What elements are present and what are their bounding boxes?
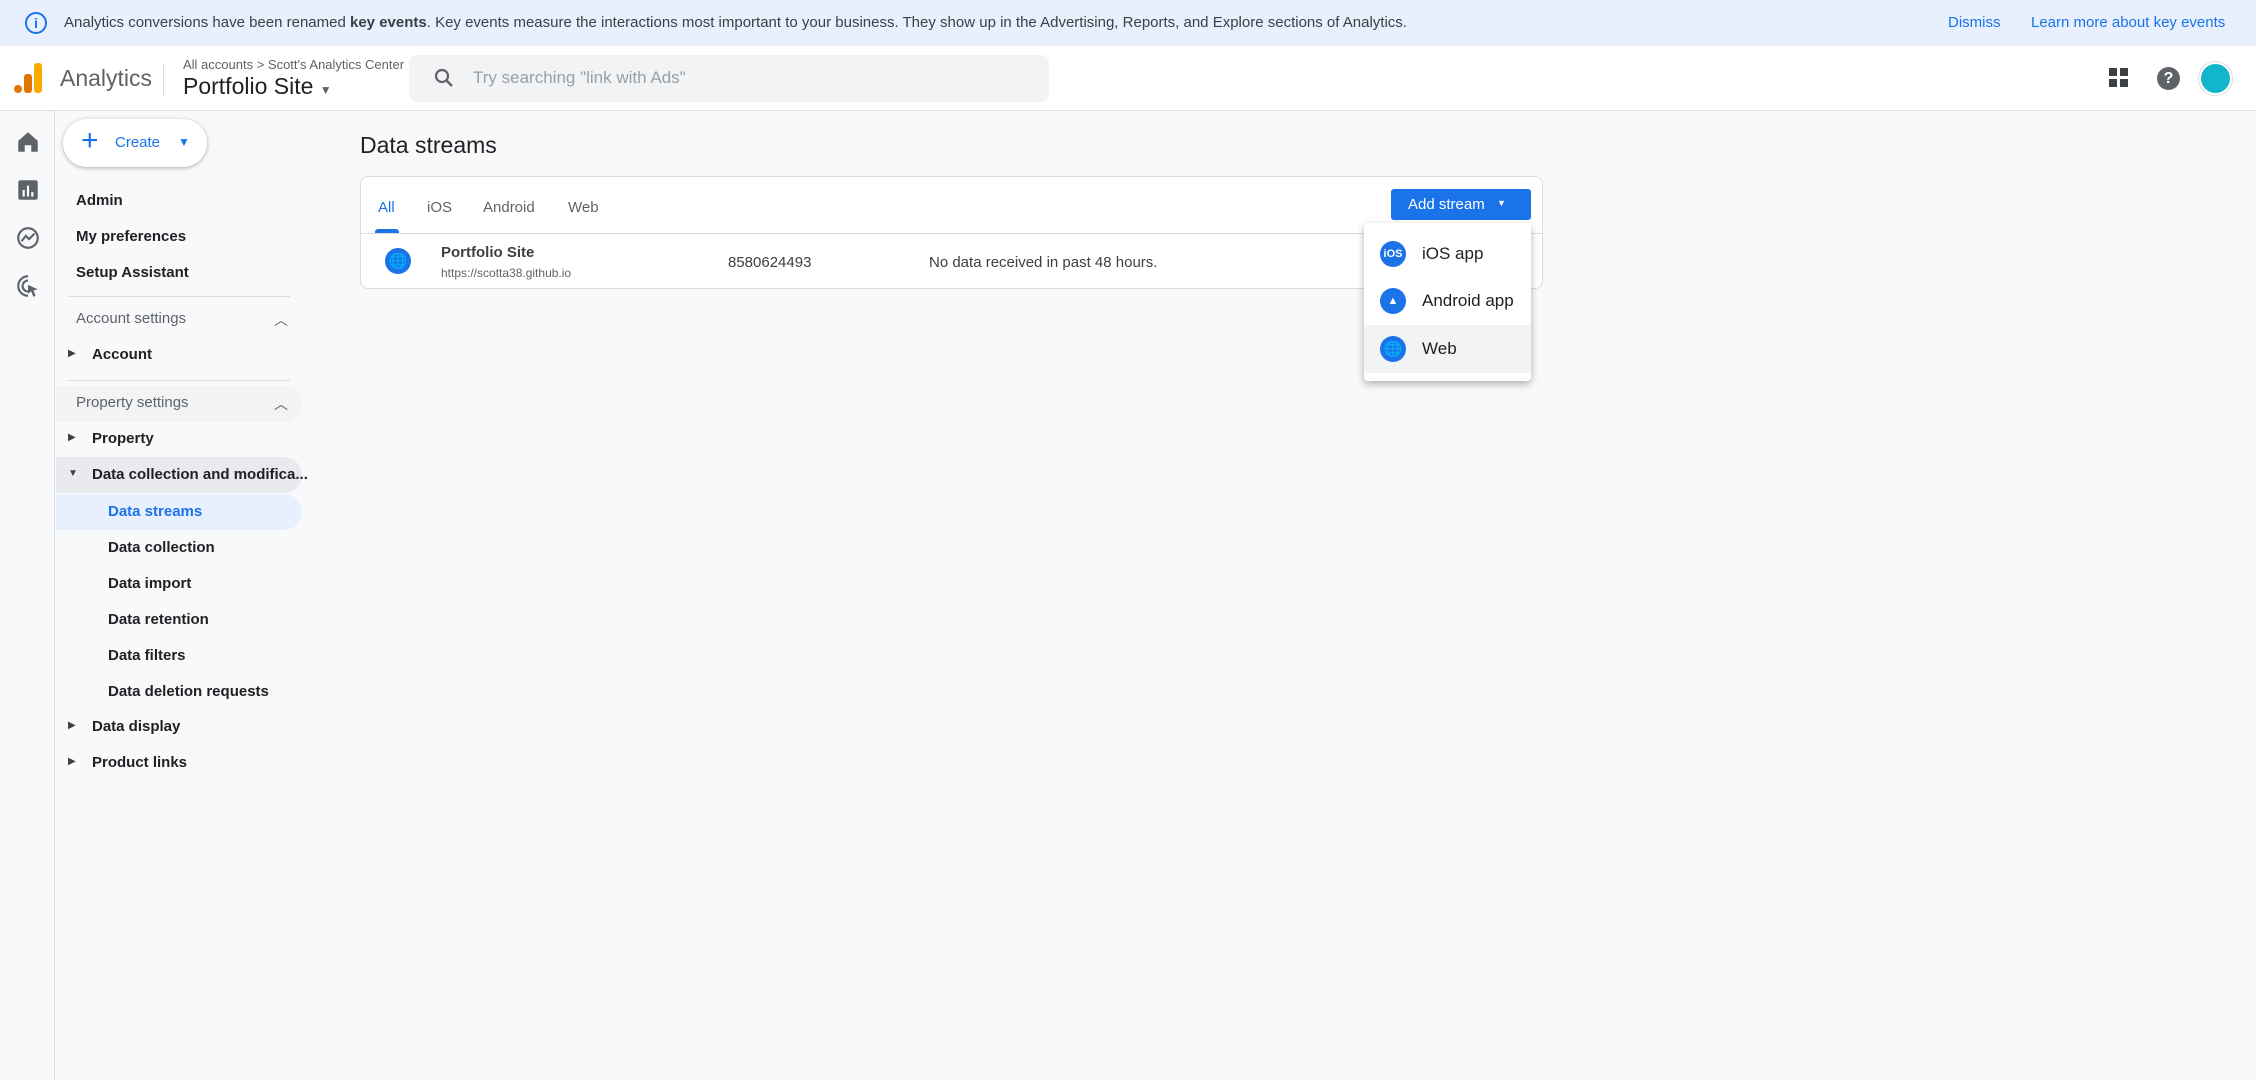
menu-item-ios-app[interactable]: iOS iOS app	[1364, 230, 1531, 278]
menu-label: iOS app	[1422, 244, 1484, 263]
nav-setup-assistant[interactable]: Setup Assistant	[76, 255, 189, 291]
tab-ios[interactable]: iOS	[427, 199, 452, 216]
nav-admin[interactable]: Admin	[76, 183, 123, 219]
caret-down-icon: ▼	[68, 468, 78, 479]
advertising-icon[interactable]	[15, 273, 41, 299]
property-settings-header[interactable]: Property settings	[76, 385, 189, 421]
caret-right-icon: ▶	[68, 720, 76, 731]
nav-data-collection[interactable]: Data collection	[108, 530, 215, 566]
chevron-up-icon[interactable]: ︿	[274, 310, 288, 330]
android-icon: ▲	[1380, 288, 1406, 314]
caret-right-icon: ▶	[68, 432, 76, 443]
nav-data-deletion-requests[interactable]: Data deletion requests	[108, 674, 269, 710]
stream-name: Portfolio Site	[441, 244, 535, 261]
create-button[interactable]: + Create ▼	[63, 119, 207, 167]
add-stream-button[interactable]: Add stream ▼	[1391, 189, 1531, 220]
nav-data-filters[interactable]: Data filters	[108, 638, 186, 674]
stream-url: https://scotta38.github.io	[441, 266, 572, 280]
stream-status: No data received in past 48 hours.	[929, 254, 1158, 271]
divider	[68, 296, 290, 297]
globe-icon: 🌐	[385, 248, 411, 274]
reports-icon[interactable]	[15, 177, 41, 203]
analytics-logo[interactable]	[14, 63, 42, 95]
apps-grid-icon[interactable]	[2109, 68, 2129, 88]
caret-down-icon: ▼	[178, 135, 190, 149]
divider	[68, 380, 290, 381]
nav-my-preferences[interactable]: My preferences	[76, 219, 186, 255]
property-selector[interactable]: Portfolio Site ▼	[183, 73, 332, 100]
nav-data-display[interactable]: Data display	[92, 709, 180, 745]
left-rail	[0, 111, 55, 1080]
explore-icon[interactable]	[15, 225, 41, 251]
caret-down-icon: ▼	[1497, 198, 1506, 208]
plus-icon: +	[81, 124, 99, 157]
globe-icon: 🌐	[1380, 336, 1406, 362]
search-placeholder: Try searching "link with Ads"	[473, 68, 686, 87]
nav-property[interactable]: Property	[92, 421, 154, 457]
divider	[163, 63, 164, 97]
menu-item-web[interactable]: 🌐 Web	[1364, 325, 1531, 373]
tab-android[interactable]: Android	[483, 199, 535, 216]
nav-account[interactable]: Account	[92, 337, 152, 373]
account-settings-header[interactable]: Account settings	[76, 301, 186, 337]
caret-right-icon: ▶	[68, 756, 76, 767]
menu-item-android-app[interactable]: ▲ Android app	[1364, 277, 1531, 325]
product-name: Analytics	[60, 65, 153, 91]
info-icon: i	[25, 12, 47, 34]
home-icon[interactable]	[15, 129, 41, 155]
stream-id: 8580624493	[728, 254, 812, 271]
caret-down-icon: ▼	[319, 83, 332, 97]
menu-label: Web	[1422, 339, 1457, 358]
nav-product-links[interactable]: Product links	[92, 745, 187, 781]
dismiss-button[interactable]: Dismiss	[1948, 14, 2001, 31]
caret-right-icon: ▶	[68, 348, 76, 359]
avatar[interactable]	[2199, 62, 2232, 95]
nav-data-streams[interactable]: Data streams	[108, 494, 202, 530]
nav-data-import[interactable]: Data import	[108, 566, 191, 602]
help-icon[interactable]: ?	[2157, 67, 2180, 90]
top-bar: Analytics All accounts > Scott's Analyti…	[0, 46, 2256, 111]
create-label: Create	[115, 134, 161, 151]
nav-data-collection-modification[interactable]: Data collection and modifica...	[92, 457, 308, 493]
search-input[interactable]: Try searching "link with Ads"	[409, 55, 1049, 102]
search-icon	[434, 68, 453, 87]
tab-web[interactable]: Web	[568, 199, 599, 216]
tab-all[interactable]: All	[378, 199, 395, 216]
breadcrumb[interactable]: All accounts > Scott's Analytics Center	[183, 57, 404, 72]
ios-icon: iOS	[1380, 241, 1406, 267]
info-banner: i Analytics conversions have been rename…	[0, 0, 2256, 46]
page-title: Data streams	[360, 132, 497, 158]
add-stream-menu: iOS iOS app ▲ Android app 🌐 Web	[1364, 223, 1531, 381]
property-name: Portfolio Site	[183, 73, 314, 99]
nav-data-retention[interactable]: Data retention	[108, 602, 209, 638]
add-stream-label: Add stream	[1408, 196, 1485, 213]
banner-message: Analytics conversions have been renamed …	[64, 14, 1407, 31]
learn-more-link[interactable]: Learn more about key events	[2031, 14, 2225, 31]
chevron-up-icon[interactable]: ︿	[274, 394, 288, 414]
menu-label: Android app	[1422, 291, 1514, 310]
